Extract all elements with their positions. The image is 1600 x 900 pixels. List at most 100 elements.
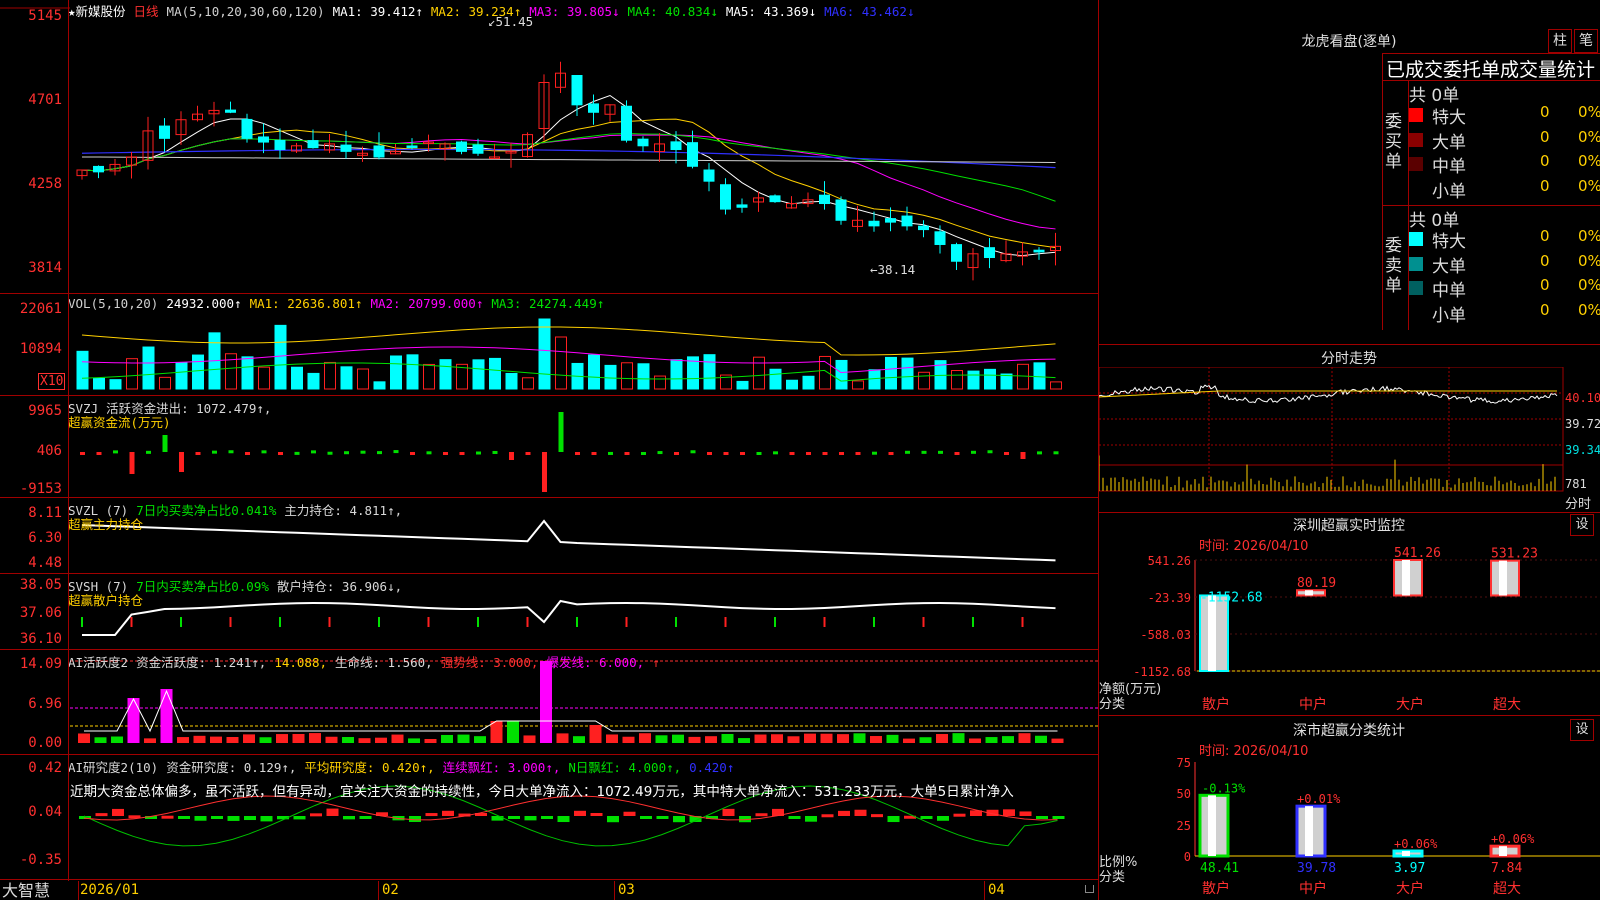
ai-activity-legend: AI活跃度2 资金活跃度: 1.241↑, 14.088, 生命线: 1.560, 强势… — [68, 652, 668, 671]
research-bar — [244, 816, 256, 821]
candle-body — [934, 231, 946, 245]
ai1-legend-item-6: ↑ — [652, 655, 660, 670]
ai-comment: 近期大资金总体偏多，虽不活跃，但有异动，宜关注大资金的持续性，今日大单净流入：1… — [70, 784, 1014, 800]
activity-bar — [358, 738, 371, 743]
activity-bar — [309, 733, 321, 743]
activity-bar — [540, 661, 552, 743]
candle-body — [670, 141, 682, 151]
volume-bar — [885, 356, 897, 390]
volume-bar — [489, 357, 501, 390]
ma-legend-item-3: MA3: 39.805↓ — [529, 4, 620, 19]
ai2-legend-item-1: 资金研究度: 0.129↑, — [166, 760, 297, 775]
activity-bar — [1002, 736, 1014, 743]
net-flow-bar-highlight — [1499, 560, 1507, 596]
candle-body — [951, 244, 962, 262]
price-pane[interactable]: ★新媒股份 日线 MA(5,10,20,30,60,120) MA1: 39.412↑… — [0, 0, 1098, 294]
ai1-legend-item-2: 14.088, — [274, 655, 327, 670]
activity-bar — [325, 736, 338, 743]
ratio-bar-highlight — [1402, 851, 1410, 856]
fund-flow-bar — [773, 451, 778, 455]
volume-bar — [604, 364, 617, 390]
activity-bar — [276, 734, 288, 743]
bar-mode-button[interactable]: 柱 — [1548, 29, 1572, 53]
research-bar — [1003, 809, 1015, 816]
net-flow-bar-highlight — [1402, 560, 1410, 596]
ai-research-pane[interactable]: AI研究度2(10) 资金研究度: 0.129↑, 平均研究度: 0.420↑, 连续… — [0, 756, 1098, 880]
activity-bar — [936, 734, 948, 743]
svsh-axis-3: 36.10 — [19, 631, 62, 647]
ratio-delta: +0.06% — [1394, 837, 1438, 851]
order-percent: 0% — [1578, 276, 1600, 294]
candle-body — [736, 204, 748, 208]
intraday-chart[interactable] — [1099, 367, 1600, 512]
volume-bar — [406, 354, 419, 390]
ma-line-5 — [81, 94, 1056, 257]
svzl-pane[interactable]: SVZL (7) 7日内买卖净占比0.041% 主力持仓: 4.811↑, 超赢主力… — [0, 499, 1098, 574]
candle-body — [901, 215, 913, 227]
research-bar — [953, 813, 966, 817]
stock-name[interactable]: ★新媒股份 — [68, 4, 126, 19]
lock-icon[interactable] — [1085, 885, 1094, 893]
order-percent: 0% — [1578, 103, 1600, 121]
volume-bar — [786, 379, 798, 390]
activity-bar — [721, 733, 734, 743]
lhb-title: 龙虎看盘(逐单) — [1301, 34, 1397, 50]
activity-bar — [342, 737, 354, 743]
vol-unit: X10 — [38, 373, 66, 390]
volume-bar — [522, 377, 534, 390]
volume-bar — [967, 370, 980, 390]
order-size-label: 中单 — [1432, 281, 1466, 301]
research-bar — [821, 814, 834, 818]
research-bar — [161, 815, 174, 819]
candle-body — [637, 138, 649, 147]
activity-bar — [292, 733, 305, 743]
activity-bar — [424, 738, 437, 743]
ai1-legend-item-1: 资金活跃度: 1.241↑, — [136, 655, 267, 670]
fund-flow-bar — [707, 452, 712, 455]
activity-bar — [1018, 733, 1031, 743]
volume-bar — [835, 359, 848, 390]
volume-bar — [241, 356, 254, 390]
vol-axis-1: 22061 — [19, 301, 62, 317]
volume-bar — [340, 366, 353, 390]
svzj-subtitle: 超赢资金流(万元) — [68, 415, 171, 430]
candle-body — [687, 142, 698, 167]
category-label: 大户 — [1396, 880, 1424, 897]
activity-bar — [94, 737, 107, 743]
intraday-axis-3: 39.34 — [1565, 443, 1600, 457]
activity-bar — [226, 737, 239, 743]
volume-bar — [753, 356, 765, 390]
ratio-delta: -0.13% — [1202, 781, 1246, 795]
net-flow-value: -1152.68 — [1200, 590, 1263, 605]
research-bar — [425, 813, 438, 817]
svsh-pane[interactable]: SVSH (7) 7日内买卖净占比0.09% 散户持仓: 36.906↓, 超赢散户… — [0, 575, 1098, 650]
candlestick-chart[interactable] — [0, 0, 1098, 294]
research-bar — [343, 816, 355, 820]
volume-bar — [802, 375, 815, 390]
volume-bar — [324, 361, 336, 390]
order-count: 0 — [1540, 251, 1550, 270]
activity-bar — [622, 736, 635, 743]
ai-activity-pane[interactable]: AI活跃度2 资金活跃度: 1.241↑, 14.088, 生命线: 1.560, 强势… — [0, 651, 1098, 755]
tick-mode-button[interactable]: 笔 — [1574, 29, 1598, 53]
fund-flow-bar — [311, 450, 316, 454]
activity-bar — [738, 738, 750, 743]
vol-legend-item-3: MA2: 20799.000↑ — [370, 296, 484, 311]
activity-bar — [111, 736, 123, 743]
sell-row-3: 小单 0 0% — [1408, 301, 1600, 326]
fund-flow-bar — [179, 452, 184, 472]
main-holding-line — [81, 519, 1056, 562]
fund-flow-bar — [740, 452, 745, 455]
fund-flow-bar — [888, 452, 894, 455]
ai1-axis-1: 14.09 — [19, 656, 62, 672]
intraday-panel[interactable]: 分时走势 40.10 39.72 39.34 781 分时 — [1099, 346, 1600, 513]
period-label[interactable]: 日线 — [134, 4, 159, 19]
activity-bar — [210, 736, 222, 743]
svzj-pane[interactable]: SVZJ 活跃资金进出: 1072.479↑, 超赢资金流(万元) 9965 40… — [0, 397, 1098, 498]
volume-pane[interactable]: VOL(5,10,20) 24932.000↑ MA1: 22636.801↑ MA2… — [0, 295, 1098, 396]
candle-body — [984, 247, 995, 259]
candle-body — [373, 145, 385, 158]
volume-bar — [159, 376, 171, 390]
activity-bar — [672, 734, 684, 743]
category-label: 散户 — [1202, 696, 1230, 713]
